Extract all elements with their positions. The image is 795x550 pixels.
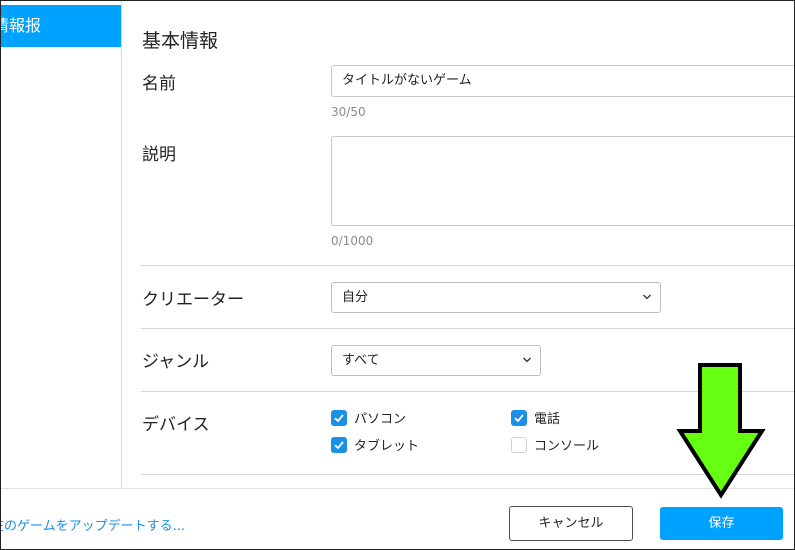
checkbox-checked[interactable]	[331, 436, 347, 453]
sidebar: 情報报	[1, 1, 122, 488]
description-textarea[interactable]	[331, 136, 794, 226]
divider	[141, 265, 794, 266]
creator-select[interactable]: 自分	[331, 282, 661, 313]
genre-select[interactable]: すべて	[331, 345, 541, 376]
checkbox-checked[interactable]	[331, 409, 347, 426]
section-title: 基本情報	[142, 30, 219, 52]
device-option-label: 電話	[534, 412, 561, 427]
sidebar-item-label: 情報报	[1, 16, 42, 35]
device-option-tablet[interactable]: タブレット	[331, 435, 419, 454]
devices-label: デバイス	[142, 415, 210, 435]
chevron-down-icon	[523, 357, 531, 363]
genre-label: ジャンル	[142, 352, 210, 372]
divider	[141, 328, 794, 329]
device-option-pc[interactable]: パソコン	[331, 408, 406, 427]
window: 情報报 基本情報 名前 タイトルがないゲーム 30/50 説明 0/1000 ク…	[0, 0, 795, 550]
device-option-label: コンソール	[534, 439, 600, 454]
sidebar-item-basic-info[interactable]: 情報报	[1, 5, 121, 47]
check-icon	[334, 440, 344, 449]
creator-select-value: 自分	[342, 290, 369, 305]
save-button[interactable]: 保存	[660, 507, 783, 540]
cancel-button[interactable]: キャンセル	[509, 506, 633, 541]
down-arrow-icon	[676, 363, 766, 499]
chevron-down-icon	[643, 294, 651, 300]
description-char-counter: 0/1000	[331, 234, 374, 248]
check-icon	[514, 413, 524, 422]
update-existing-game-link[interactable]: 在のゲームをアップデートする...	[1, 515, 185, 534]
genre-select-value: すべて	[342, 353, 380, 368]
name-label: 名前	[142, 74, 176, 94]
name-input[interactable]: タイトルがないゲーム	[331, 65, 794, 97]
device-option-console[interactable]: コンソール	[511, 435, 599, 454]
creator-label: クリエーター	[142, 290, 244, 310]
device-option-label: パソコン	[354, 412, 407, 427]
device-option-label: タブレット	[354, 439, 420, 454]
checkbox-unchecked[interactable]	[511, 436, 527, 453]
description-label: 説明	[142, 145, 176, 165]
checkbox-checked[interactable]	[511, 409, 527, 426]
check-icon	[334, 413, 344, 422]
device-option-phone[interactable]: 電話	[511, 408, 560, 427]
name-char-counter: 30/50	[331, 105, 366, 119]
